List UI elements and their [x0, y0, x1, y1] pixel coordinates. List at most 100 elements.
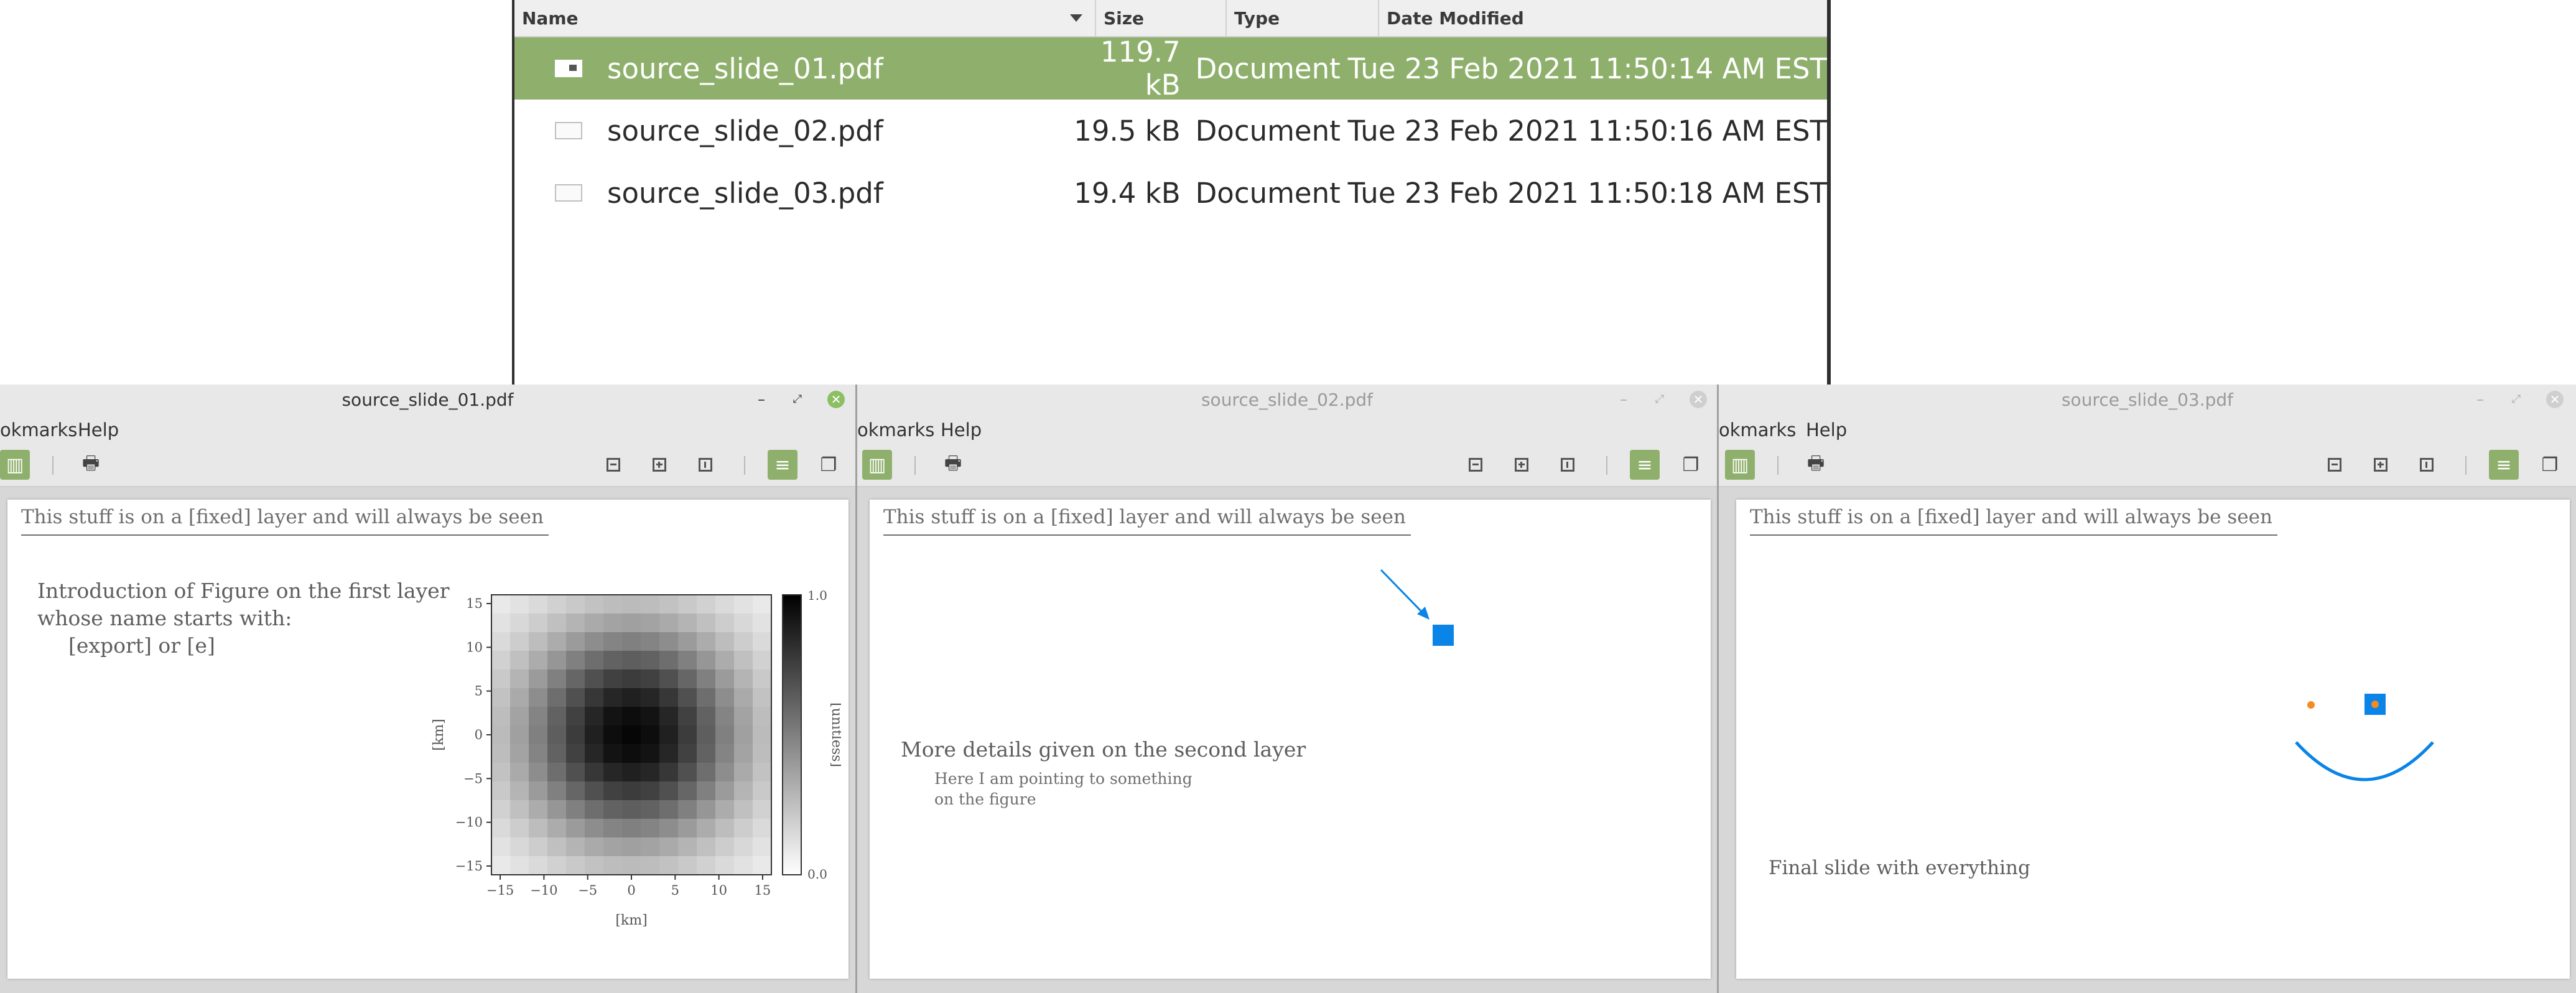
- continuous-mode-icon[interactable]: ≡: [1630, 450, 1660, 480]
- heatmap-cell: [622, 595, 641, 614]
- dual-page-icon[interactable]: ❐: [814, 450, 844, 480]
- heatmap-cell: [715, 707, 735, 726]
- file-row[interactable]: source_slide_03.pdf 19.4 kB Document Tue…: [514, 162, 1827, 224]
- heatmap-cell: [659, 781, 679, 801]
- title-bar[interactable]: source_slide_01.pdf – ⤢ ✕: [0, 385, 855, 414]
- zoom-original-icon[interactable]: [1553, 450, 1583, 480]
- heatmap-cell: [734, 781, 753, 801]
- heatmap-cell: [753, 837, 772, 857]
- zoom-original-icon[interactable]: [690, 450, 720, 480]
- heatmap-cell: [753, 651, 772, 670]
- heatmap-cell: [734, 856, 753, 875]
- heatmap-cell: [641, 707, 660, 726]
- smile-curve: [2295, 741, 2434, 781]
- file-type: Document: [1195, 52, 1341, 85]
- pdf-file-icon: [555, 184, 582, 202]
- close-icon[interactable]: ✕: [827, 391, 845, 408]
- heatmap-cell: [734, 837, 753, 857]
- file-type: Document: [1195, 176, 1341, 210]
- zoom-original-icon[interactable]: [2412, 450, 2442, 480]
- dual-page-icon[interactable]: ❐: [1676, 450, 1706, 480]
- zoom-out-icon[interactable]: [1461, 450, 1490, 480]
- heatmap-cell: [510, 651, 529, 670]
- column-name[interactable]: Name: [514, 0, 1096, 36]
- sidebar-toggle-icon[interactable]: ▥: [1725, 450, 1755, 480]
- left-eye-dot: [2307, 701, 2315, 709]
- minimize-icon[interactable]: –: [753, 391, 770, 408]
- heatmap-cell: [678, 744, 697, 763]
- heatmap-cell: [659, 595, 679, 614]
- zoom-in-icon[interactable]: [1507, 450, 1537, 480]
- heatmap-cell: [585, 781, 604, 801]
- heatmap-cell: [603, 707, 623, 726]
- toolbar: ▥ 🖶 ≡ ❐: [0, 445, 855, 487]
- zoom-out-icon[interactable]: [2320, 450, 2350, 480]
- minimize-icon[interactable]: –: [2471, 391, 2489, 408]
- heatmap-cell: [641, 800, 660, 819]
- dual-page-icon[interactable]: ❐: [2535, 450, 2565, 480]
- y-tick-label: 10: [466, 640, 483, 655]
- fixed-layer-text: This stuff is on a [fixed] layer and wil…: [1750, 506, 2272, 528]
- file-size: 19.5 kB: [1074, 114, 1181, 147]
- zoom-in-icon[interactable]: [644, 450, 674, 480]
- print-icon[interactable]: 🖶: [1801, 450, 1831, 480]
- minimize-icon[interactable]: –: [1615, 391, 1632, 408]
- heatmap-cell: [715, 837, 735, 857]
- column-type-label: Type: [1234, 7, 1280, 29]
- zoom-out-icon[interactable]: [598, 450, 628, 480]
- menu-bookmarks[interactable]: okmarks: [857, 419, 934, 441]
- heatmap-cell: [491, 613, 511, 633]
- print-icon[interactable]: 🖶: [76, 450, 106, 480]
- file-row[interactable]: source_slide_01.pdf 119.7 kB Document Tu…: [514, 35, 1827, 101]
- maximize-icon[interactable]: ⤢: [2508, 391, 2525, 408]
- menu-help[interactable]: Help: [78, 419, 119, 441]
- heatmap-cell: [566, 688, 585, 707]
- heatmap-cell: [715, 763, 735, 782]
- heatmap-cell: [529, 613, 548, 633]
- y-tick-label: 15: [466, 596, 483, 611]
- column-type[interactable]: Type: [1227, 0, 1379, 36]
- column-size[interactable]: Size: [1096, 0, 1227, 36]
- heatmap-cell: [547, 707, 567, 726]
- maximize-icon[interactable]: ⤢: [1651, 391, 1668, 408]
- title-bar[interactable]: source_slide_03.pdf – ⤢ ✕: [1719, 385, 2576, 414]
- continuous-mode-icon[interactable]: ≡: [2489, 450, 2519, 480]
- heatmap-cell: [491, 819, 511, 838]
- title-bar[interactable]: source_slide_02.pdf – ⤢ ✕: [857, 385, 1717, 414]
- close-icon[interactable]: ✕: [1690, 391, 1707, 408]
- menu-help[interactable]: Help: [941, 419, 982, 441]
- heatmap-cell: [641, 613, 660, 633]
- menu-bookmarks[interactable]: okmarks: [1719, 419, 1796, 441]
- heatmap-cell: [585, 669, 604, 689]
- sort-descending-icon: [1070, 14, 1082, 22]
- sidebar-toggle-icon[interactable]: ▥: [0, 450, 30, 480]
- colorbar-max-tick: 1.0: [807, 590, 827, 603]
- colorbar: [782, 594, 802, 875]
- heatmap-cell: [753, 688, 772, 707]
- heatmap-cell: [753, 613, 772, 633]
- maximize-icon[interactable]: ⤢: [789, 391, 806, 408]
- intro-line: whose name starts with:: [37, 606, 292, 630]
- heatmap-cell: [491, 781, 511, 801]
- heatmap-cell: [734, 613, 753, 633]
- heatmap-cell: [659, 744, 679, 763]
- heatmap-cell: [547, 744, 567, 763]
- slide-subtext: Here I am pointing to something on the f…: [934, 768, 1193, 809]
- menu-help[interactable]: Help: [1806, 419, 1847, 441]
- heatmap-cell: [622, 781, 641, 801]
- column-name-label: Name: [522, 7, 579, 29]
- slide-heading: More details given on the second layer: [901, 737, 1306, 762]
- heatmap-cell: [585, 613, 604, 633]
- heatmap-cell: [603, 763, 623, 782]
- print-icon[interactable]: 🖶: [938, 450, 968, 480]
- sidebar-toggle-icon[interactable]: ▥: [862, 450, 892, 480]
- toolbar-separator: [914, 456, 916, 475]
- column-date-modified[interactable]: Date Modified: [1379, 0, 1827, 36]
- close-icon[interactable]: ✕: [2546, 391, 2564, 408]
- continuous-mode-icon[interactable]: ≡: [768, 450, 797, 480]
- zoom-in-icon[interactable]: [2366, 450, 2396, 480]
- heatmap-cell: [529, 688, 548, 707]
- menu-bookmarks[interactable]: okmarks: [0, 419, 77, 441]
- heatmap-cell: [566, 763, 585, 782]
- file-row[interactable]: source_slide_02.pdf 19.5 kB Document Tue…: [514, 100, 1827, 162]
